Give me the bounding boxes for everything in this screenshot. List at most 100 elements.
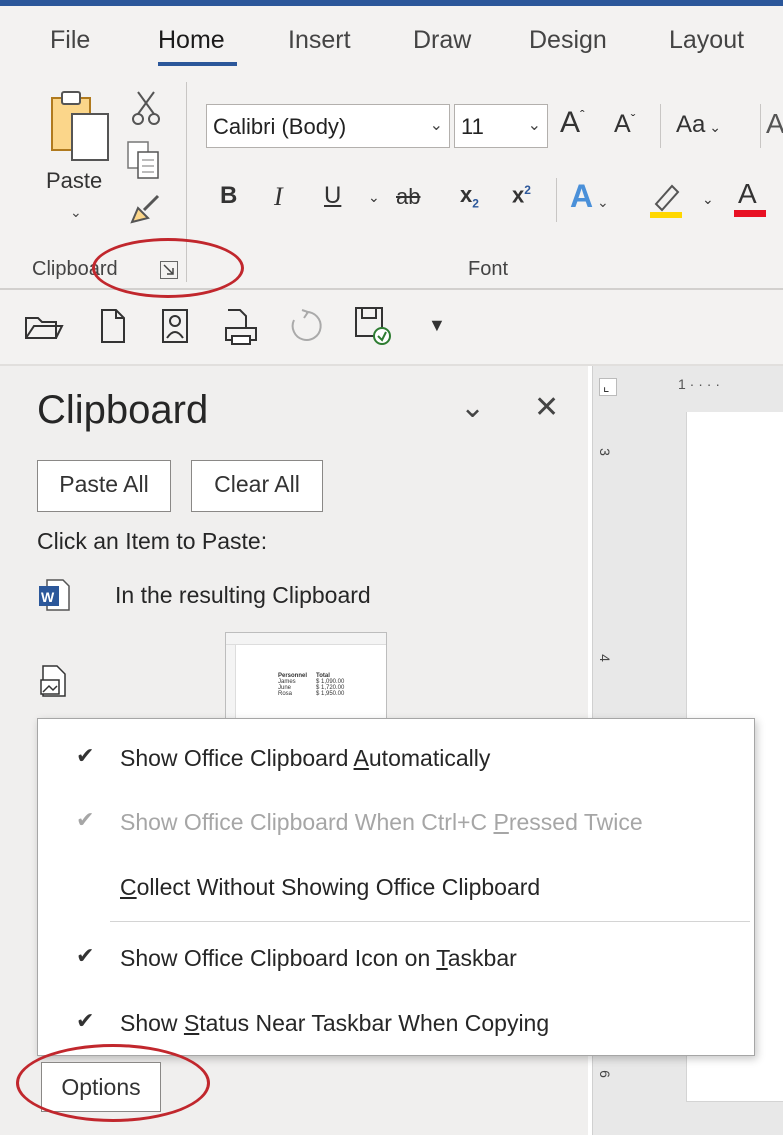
strikethrough-button[interactable]: ab [396,186,420,208]
menu-label-accelerator: P [493,809,509,835]
customize-toolbar-icon[interactable]: ▼ [428,316,446,334]
print-preview-icon[interactable] [224,308,258,346]
menu-label-part: tatus Near Taskbar When Copying [199,1010,550,1036]
font-name-dropdown[interactable]: Calibri (Body) ⌄ [206,104,450,148]
menu-label-accelerator: A [353,745,369,771]
format-painter-button[interactable] [128,192,164,228]
underline-button[interactable]: U [324,184,341,208]
text-effects-button[interactable]: A ⌄ [570,180,609,212]
highlighter-icon [650,184,682,218]
divider [660,104,661,148]
scissors-icon [132,91,160,125]
menu-label-part: Show [120,1010,184,1036]
font-size-value: 11 [461,114,484,139]
superscript-button[interactable]: x2 [512,184,531,206]
superscript-mark: 2 [524,183,531,197]
ruler-mark: 3 [596,448,613,456]
checkmark-icon: ✔ [76,943,95,968]
new-document-icon[interactable] [98,308,128,344]
tab-insert[interactable]: Insert [288,26,351,55]
quick-access-toolbar: ▼ [0,290,783,364]
menu-item-show-automatically[interactable]: ✔ Show Office Clipboard Automatically [38,727,754,789]
cut-button[interactable] [132,90,162,126]
subscript-icon: x [460,182,473,207]
tab-design[interactable]: Design [529,26,607,55]
menu-label-accelerator: T [436,945,448,971]
menu-item-label: Show Office Clipboard Automatically [120,745,490,772]
menu-label-part: Show Office Clipboard [120,745,354,771]
active-tab-indicator [158,62,237,66]
picture-icon [40,665,66,697]
paste-all-button[interactable]: Paste All [37,460,171,512]
menu-item-show-ctrl-c-twice: ✔ Show Office Clipboard When Ctrl+C Pres… [38,791,754,853]
menu-label-accelerator: S [183,1010,200,1036]
paste-icon [51,91,109,161]
pane-options-chevron-icon[interactable]: ⌄ [460,390,485,425]
font-name-value: Calibri (Body) [213,114,347,139]
clear-formatting-icon[interactable]: A [766,110,783,138]
clear-all-button[interactable]: Clear All [191,460,323,512]
ruler-mark: 4 [596,654,613,662]
tab-draw[interactable]: Draw [413,26,471,55]
text-effects-icon: A [570,178,594,214]
spreadsheet-preview: Personnel Total James $ 1,090.00 June $ 1,7… [225,632,387,722]
bold-button[interactable]: B [220,184,237,208]
tab-selector[interactable]: ⌞ [599,378,617,396]
contact-card-icon[interactable] [160,308,190,344]
clipboard-options-menu: ✔ Show Office Clipboard Automatically ✔ … [37,718,755,1056]
menu-item-label: Show Office Clipboard When Ctrl+C Presse… [120,809,643,836]
menu-separator [110,921,750,922]
menu-item-show-taskbar-icon[interactable]: ✔ Show Office Clipboard Icon on Taskbar [38,927,754,989]
tab-file[interactable]: File [50,26,90,55]
font-color-button[interactable]: A [732,176,772,222]
change-case-icon: Aa [676,111,706,138]
ruler-mark: 6 [596,1070,613,1078]
shrink-font-button[interactable]: Aˇ [614,112,635,137]
paste-label: Paste [46,168,103,193]
checkmark-icon: ✔ [76,1008,95,1033]
save-sync-icon[interactable] [354,306,394,346]
menu-label-part: utomatically [368,745,491,771]
underline-options-chevron-icon[interactable]: ⌄ [368,190,380,204]
grow-font-icon: A [560,106,581,139]
annotation-oval [92,238,244,298]
shrink-font-icon: A [614,110,631,138]
menu-item-collect-without-showing[interactable]: Collect Without Showing Office Clipboard [38,856,754,918]
paste-button[interactable]: Paste ⌄ [46,88,116,220]
italic-button[interactable]: I [274,184,283,210]
menu-label-part: askbar [447,945,517,971]
svg-text:W: W [41,589,55,605]
font-size-dropdown[interactable]: 11 ⌄ [454,104,548,148]
menu-label-part: ollect Without Showing Office Clipboard [136,874,541,900]
font-group-label: Font [468,258,509,280]
highlight-button[interactable] [648,180,688,220]
preview-header-bar [226,633,386,645]
open-folder-icon[interactable] [24,312,64,342]
pane-title: Clipboard [37,388,209,432]
preview-cell: Rosa [278,691,293,697]
clipboard-item-text: In the resulting Clipboard [115,582,371,608]
redo-icon[interactable] [288,308,324,346]
menu-item-show-status-near-taskbar[interactable]: ✔ Show Status Near Taskbar When Copying [38,992,754,1054]
menu-label-part: ressed Twice [508,809,643,835]
divider [760,104,761,148]
change-case-button[interactable]: Aa ⌄ [676,113,721,137]
close-icon[interactable]: ✕ [534,390,559,425]
menu-label-part: Show Office Clipboard Icon on [120,945,437,971]
chevron-down-icon: ⌄ [429,117,443,134]
left-tab-icon: ⌞ [603,378,610,394]
horizontal-ruler: 1 · · · · [678,376,721,392]
menu-label-part: Show Office Clipboard When Ctrl+C [120,809,494,835]
subscript-mark: 2 [472,196,479,211]
copy-button[interactable] [126,140,162,180]
font-color-swatch [734,210,766,217]
subscript-button[interactable]: x2 [460,182,479,211]
chevron-down-icon: ⌄ [527,117,541,134]
tab-layout[interactable]: Layout [669,26,744,55]
highlight-options-chevron-icon[interactable]: ⌄ [702,192,714,206]
copy-icon [127,141,159,179]
preview-table: Personnel Total James $ 1,090.00 June $ 1,7… [278,673,344,697]
grow-font-button[interactable]: Aˆ [560,108,585,138]
tab-home[interactable]: Home [158,26,225,55]
menu-item-label: Collect Without Showing Office Clipboard [120,874,540,901]
